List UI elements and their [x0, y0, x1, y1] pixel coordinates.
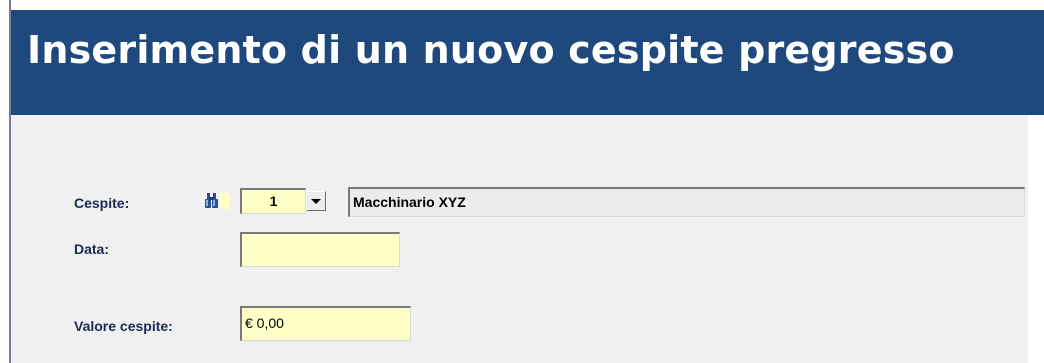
cespite-label: Cespite:: [74, 195, 130, 211]
cespite-dropdown-button[interactable]: [306, 191, 326, 211]
page-header: Inserimento di un nuovo cespite pregress…: [11, 10, 1044, 115]
data-label: Data:: [74, 241, 110, 257]
window-left-margin: [0, 0, 9, 363]
binoculars-icon[interactable]: [203, 191, 231, 211]
page-title: Inserimento di un nuovo cespite pregress…: [27, 28, 955, 72]
cespite-description-field: Macchinario XYZ: [348, 187, 1025, 217]
right-margin: [1028, 115, 1044, 363]
data-field[interactable]: [240, 232, 400, 267]
chevron-down-icon: [311, 199, 321, 204]
valore-cespite-field[interactable]: € 0,00: [240, 306, 411, 341]
cespite-code-field[interactable]: 1: [240, 188, 306, 214]
valore-cespite-label: Valore cespite:: [74, 318, 173, 334]
